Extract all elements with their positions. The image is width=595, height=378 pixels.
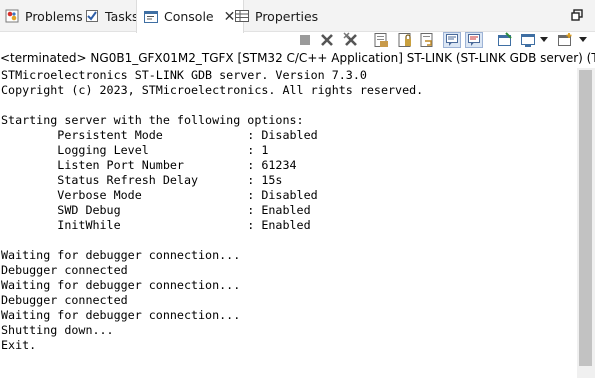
console-output[interactable]: STMicroelectronics ST-LINK GDB server. V… bbox=[0, 68, 577, 378]
view-tab-bar: Problems Tasks Console ✕ Properties bbox=[0, 0, 595, 33]
clear-console-icon[interactable] bbox=[372, 32, 390, 48]
console-line: Waiting for debugger connection... bbox=[1, 248, 241, 262]
word-wrap-icon[interactable] bbox=[418, 32, 436, 48]
tab-problems[interactable]: Problems bbox=[4, 0, 83, 32]
show-console-on-stderr-icon[interactable] bbox=[465, 32, 483, 48]
display-selected-console-icon[interactable] bbox=[519, 32, 537, 48]
tab-console[interactable]: Console ✕ bbox=[136, 0, 245, 33]
console-line: Starting server with the following optio… bbox=[1, 113, 304, 127]
tab-label: Properties bbox=[255, 8, 319, 24]
console-line: Exit. bbox=[1, 338, 37, 352]
properties-icon bbox=[234, 8, 250, 24]
console-line: STMicroelectronics ST-LINK GDB server. V… bbox=[1, 68, 367, 82]
pin-console-icon[interactable] bbox=[496, 32, 514, 48]
maximize-icon[interactable] bbox=[571, 9, 583, 21]
tab-label: Problems bbox=[25, 8, 83, 24]
chevron-down-icon[interactable] bbox=[538, 32, 550, 48]
tasks-icon bbox=[84, 8, 100, 24]
console-line: Debugger connected bbox=[1, 263, 128, 277]
remove-all-terminated-icon[interactable] bbox=[342, 32, 360, 48]
console-line: Copyright (c) 2023, STMicroelectronics. … bbox=[1, 83, 424, 97]
console-icon bbox=[143, 9, 159, 25]
scroll-lock-icon[interactable] bbox=[396, 32, 414, 48]
tab-label: Console bbox=[164, 9, 214, 24]
console-line: Verbose Mode : Disabled bbox=[1, 188, 318, 202]
console-line: Waiting for debugger connection... bbox=[1, 278, 241, 292]
tab-tasks[interactable]: Tasks bbox=[84, 0, 139, 32]
console-line: InitWhile : Enabled bbox=[1, 218, 311, 232]
chevron-down-icon[interactable] bbox=[577, 32, 589, 48]
console-line: Shutting down... bbox=[1, 323, 114, 337]
console-line: Persistent Mode : Disabled bbox=[1, 128, 318, 142]
terminate-icon[interactable] bbox=[296, 32, 314, 48]
tab-properties[interactable]: Properties bbox=[234, 0, 318, 32]
remove-launch-icon[interactable] bbox=[318, 32, 336, 48]
process-status-label: <terminated> NG0B1_GFX01M2_TGFX [STM32 C… bbox=[0, 51, 595, 65]
problems-icon bbox=[4, 8, 20, 24]
console-line: SWD Debug : Enabled bbox=[1, 203, 311, 217]
console-line: Logging Level : 1 bbox=[1, 143, 269, 157]
console-line: Status Refresh Delay : 15s bbox=[1, 173, 283, 187]
open-console-icon[interactable] bbox=[556, 32, 574, 48]
scrollbar-thumb[interactable] bbox=[579, 70, 592, 366]
console-toolbar bbox=[0, 32, 595, 49]
console-line: Waiting for debugger connection... bbox=[1, 308, 241, 322]
console-line: Debugger connected bbox=[1, 293, 128, 307]
console-line: Listen Port Number : 61234 bbox=[1, 158, 297, 172]
show-console-on-stdout-icon[interactable] bbox=[443, 32, 461, 48]
tab-label: Tasks bbox=[105, 8, 139, 24]
